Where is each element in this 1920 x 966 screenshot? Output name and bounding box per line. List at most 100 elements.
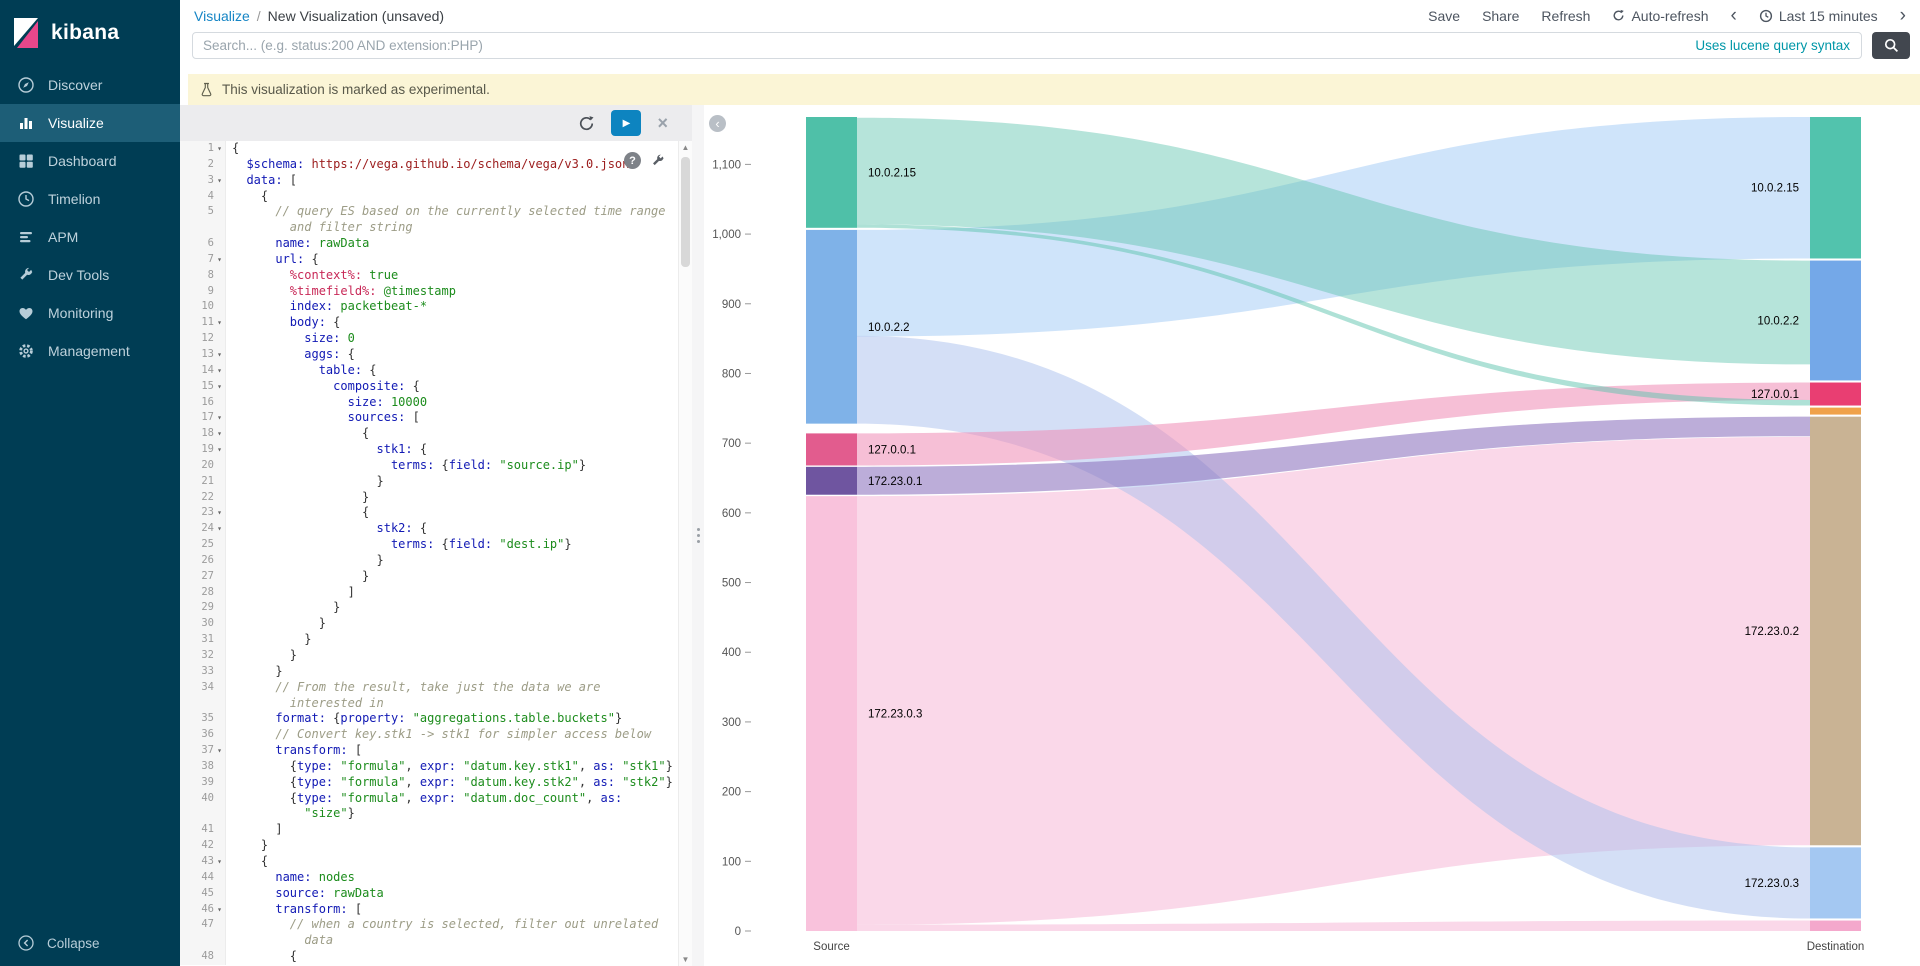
code-line[interactable]: 37▾ transform: [ bbox=[180, 743, 678, 759]
search-button[interactable] bbox=[1872, 32, 1910, 59]
sankey-node[interactable] bbox=[1810, 921, 1861, 931]
code-line[interactable]: 47 // when a country is selected, filter… bbox=[180, 917, 678, 933]
code-line[interactable]: 12 size: 0 bbox=[180, 331, 678, 347]
code-line[interactable]: 7▾ url: { bbox=[180, 252, 678, 268]
code-line[interactable]: 44 name: nodes bbox=[180, 870, 678, 886]
code-line[interactable]: 41 ] bbox=[180, 822, 678, 838]
code-line[interactable]: 15▾ composite: { bbox=[180, 379, 678, 395]
breadcrumb-visualize-link[interactable]: Visualize bbox=[194, 8, 250, 24]
collapse-editor-button[interactable]: ‹ bbox=[709, 115, 726, 132]
fold-toggle[interactable]: ▾ bbox=[214, 379, 225, 395]
code-line[interactable]: interested in bbox=[180, 696, 678, 712]
fold-toggle[interactable]: ▾ bbox=[214, 347, 225, 363]
code-line[interactable]: 6 name: rawData bbox=[180, 236, 678, 252]
sankey-node[interactable] bbox=[806, 230, 857, 424]
sankey-node[interactable] bbox=[1810, 117, 1861, 258]
share-button[interactable]: Share bbox=[1482, 8, 1519, 24]
sankey-node[interactable] bbox=[806, 496, 857, 931]
fold-toggle[interactable]: ▾ bbox=[214, 854, 225, 870]
time-picker[interactable]: Last 15 minutes bbox=[1759, 8, 1878, 24]
code-line[interactable]: 9 %timefield%: @timestamp bbox=[180, 284, 678, 300]
code-line[interactable]: 28 ] bbox=[180, 585, 678, 601]
sankey-node[interactable] bbox=[1810, 417, 1861, 846]
code-line[interactable]: 17▾ sources: [ bbox=[180, 410, 678, 426]
fold-toggle[interactable]: ▾ bbox=[214, 173, 225, 189]
fold-toggle[interactable]: ▾ bbox=[214, 902, 225, 918]
fold-toggle[interactable]: ▾ bbox=[214, 426, 225, 442]
editor-scrollbar[interactable]: ▲ ▼ bbox=[678, 141, 692, 966]
code-line[interactable]: 16 size: 10000 bbox=[180, 395, 678, 411]
sidebar-item-monitoring[interactable]: Monitoring bbox=[0, 294, 180, 332]
code-line[interactable]: data bbox=[180, 933, 678, 949]
code-line[interactable]: 34 // From the result, take just the dat… bbox=[180, 680, 678, 696]
scroll-down-arrow[interactable]: ▼ bbox=[679, 955, 692, 964]
code-line[interactable]: 35 format: {property: "aggregations.tabl… bbox=[180, 711, 678, 727]
code-line[interactable]: 23▾ { bbox=[180, 505, 678, 521]
code-line[interactable]: 25 terms: {field: "dest.ip"} bbox=[180, 537, 678, 553]
fold-toggle[interactable]: ▾ bbox=[214, 252, 225, 268]
code-line[interactable]: 22 } bbox=[180, 490, 678, 506]
time-back-chevron[interactable]: ‹ bbox=[1731, 6, 1737, 25]
search-input[interactable] bbox=[192, 32, 1862, 59]
code-line[interactable]: 5 // query ES based on the currently sel… bbox=[180, 204, 678, 220]
code-line[interactable]: 24▾ stk2: { bbox=[180, 521, 678, 537]
fold-toggle[interactable]: ▾ bbox=[214, 442, 225, 458]
close-editor-icon[interactable]: × bbox=[657, 114, 668, 132]
time-forward-chevron[interactable]: › bbox=[1900, 6, 1906, 25]
code-line[interactable]: 27 } bbox=[180, 569, 678, 585]
sidebar-item-apm[interactable]: APM bbox=[0, 218, 180, 256]
code-line[interactable]: 29 } bbox=[180, 600, 678, 616]
sidebar-item-discover[interactable]: Discover bbox=[0, 66, 180, 104]
sidebar-item-management[interactable]: Management bbox=[0, 332, 180, 370]
code-line[interactable]: 2 $schema: https://vega.github.io/schema… bbox=[180, 157, 678, 173]
code-line[interactable]: 1▾{ bbox=[180, 141, 678, 157]
code-line[interactable]: 46▾ transform: [ bbox=[180, 902, 678, 918]
scroll-up-arrow[interactable]: ▲ bbox=[679, 143, 692, 152]
code-line[interactable]: 39 {type: "formula", expr: "datum.key.st… bbox=[180, 775, 678, 791]
sidebar-collapse-button[interactable]: Collapse bbox=[0, 920, 180, 966]
fold-toggle[interactable]: ▾ bbox=[214, 363, 225, 379]
code-editor[interactable]: 1▾{2 $schema: https://vega.github.io/sch… bbox=[180, 141, 678, 966]
reload-button[interactable] bbox=[578, 115, 595, 132]
code-line[interactable]: 4 { bbox=[180, 189, 678, 205]
code-line[interactable]: 48 { bbox=[180, 949, 678, 965]
kibana-logo[interactable]: kibana bbox=[0, 0, 180, 66]
code-line[interactable]: 42 } bbox=[180, 838, 678, 854]
sankey-node[interactable] bbox=[1810, 261, 1861, 381]
fold-toggle[interactable]: ▾ bbox=[214, 505, 225, 521]
code-line[interactable]: 31 } bbox=[180, 632, 678, 648]
code-line[interactable]: 32 } bbox=[180, 648, 678, 664]
code-line[interactable]: 11▾ body: { bbox=[180, 315, 678, 331]
sankey-node[interactable] bbox=[1810, 847, 1861, 918]
fold-toggle[interactable]: ▾ bbox=[214, 521, 225, 537]
code-line[interactable]: 8 %context%: true bbox=[180, 268, 678, 284]
code-line[interactable]: 18▾ { bbox=[180, 426, 678, 442]
code-line[interactable]: 14▾ table: { bbox=[180, 363, 678, 379]
code-line[interactable]: 19▾ stk1: { bbox=[180, 442, 678, 458]
code-line[interactable]: 40 {type: "formula", expr: "datum.doc_co… bbox=[180, 791, 678, 807]
code-line[interactable]: 33 } bbox=[180, 664, 678, 680]
code-line[interactable]: 10 index: packetbeat-* bbox=[180, 299, 678, 315]
auto-refresh-button[interactable]: Auto-refresh bbox=[1612, 8, 1708, 24]
code-line[interactable]: 26 } bbox=[180, 553, 678, 569]
format-wrench-button[interactable] bbox=[650, 153, 666, 169]
code-line[interactable]: 13▾ aggs: { bbox=[180, 347, 678, 363]
lucene-syntax-link[interactable]: Uses lucene query syntax bbox=[1695, 38, 1850, 53]
sidebar-item-dev-tools[interactable]: Dev Tools bbox=[0, 256, 180, 294]
code-line[interactable]: 30 } bbox=[180, 616, 678, 632]
help-button[interactable]: ? bbox=[624, 152, 641, 169]
sankey-node[interactable] bbox=[1810, 383, 1861, 406]
code-line[interactable]: 20 terms: {field: "source.ip"} bbox=[180, 458, 678, 474]
fold-toggle[interactable]: ▾ bbox=[214, 743, 225, 759]
run-button[interactable]: ▶ bbox=[611, 110, 641, 136]
fold-toggle[interactable]: ▾ bbox=[214, 141, 225, 157]
code-line[interactable]: 36 // Convert key.stk1 -> stk1 for simpl… bbox=[180, 727, 678, 743]
save-button[interactable]: Save bbox=[1428, 8, 1460, 24]
code-line[interactable]: 21 } bbox=[180, 474, 678, 490]
sankey-node[interactable] bbox=[806, 433, 857, 465]
sidebar-item-dashboard[interactable]: Dashboard bbox=[0, 142, 180, 180]
refresh-button[interactable]: Refresh bbox=[1541, 8, 1590, 24]
fold-toggle[interactable]: ▾ bbox=[214, 410, 225, 426]
code-line[interactable]: 43▾ { bbox=[180, 854, 678, 870]
scrollbar-thumb[interactable] bbox=[681, 157, 690, 267]
